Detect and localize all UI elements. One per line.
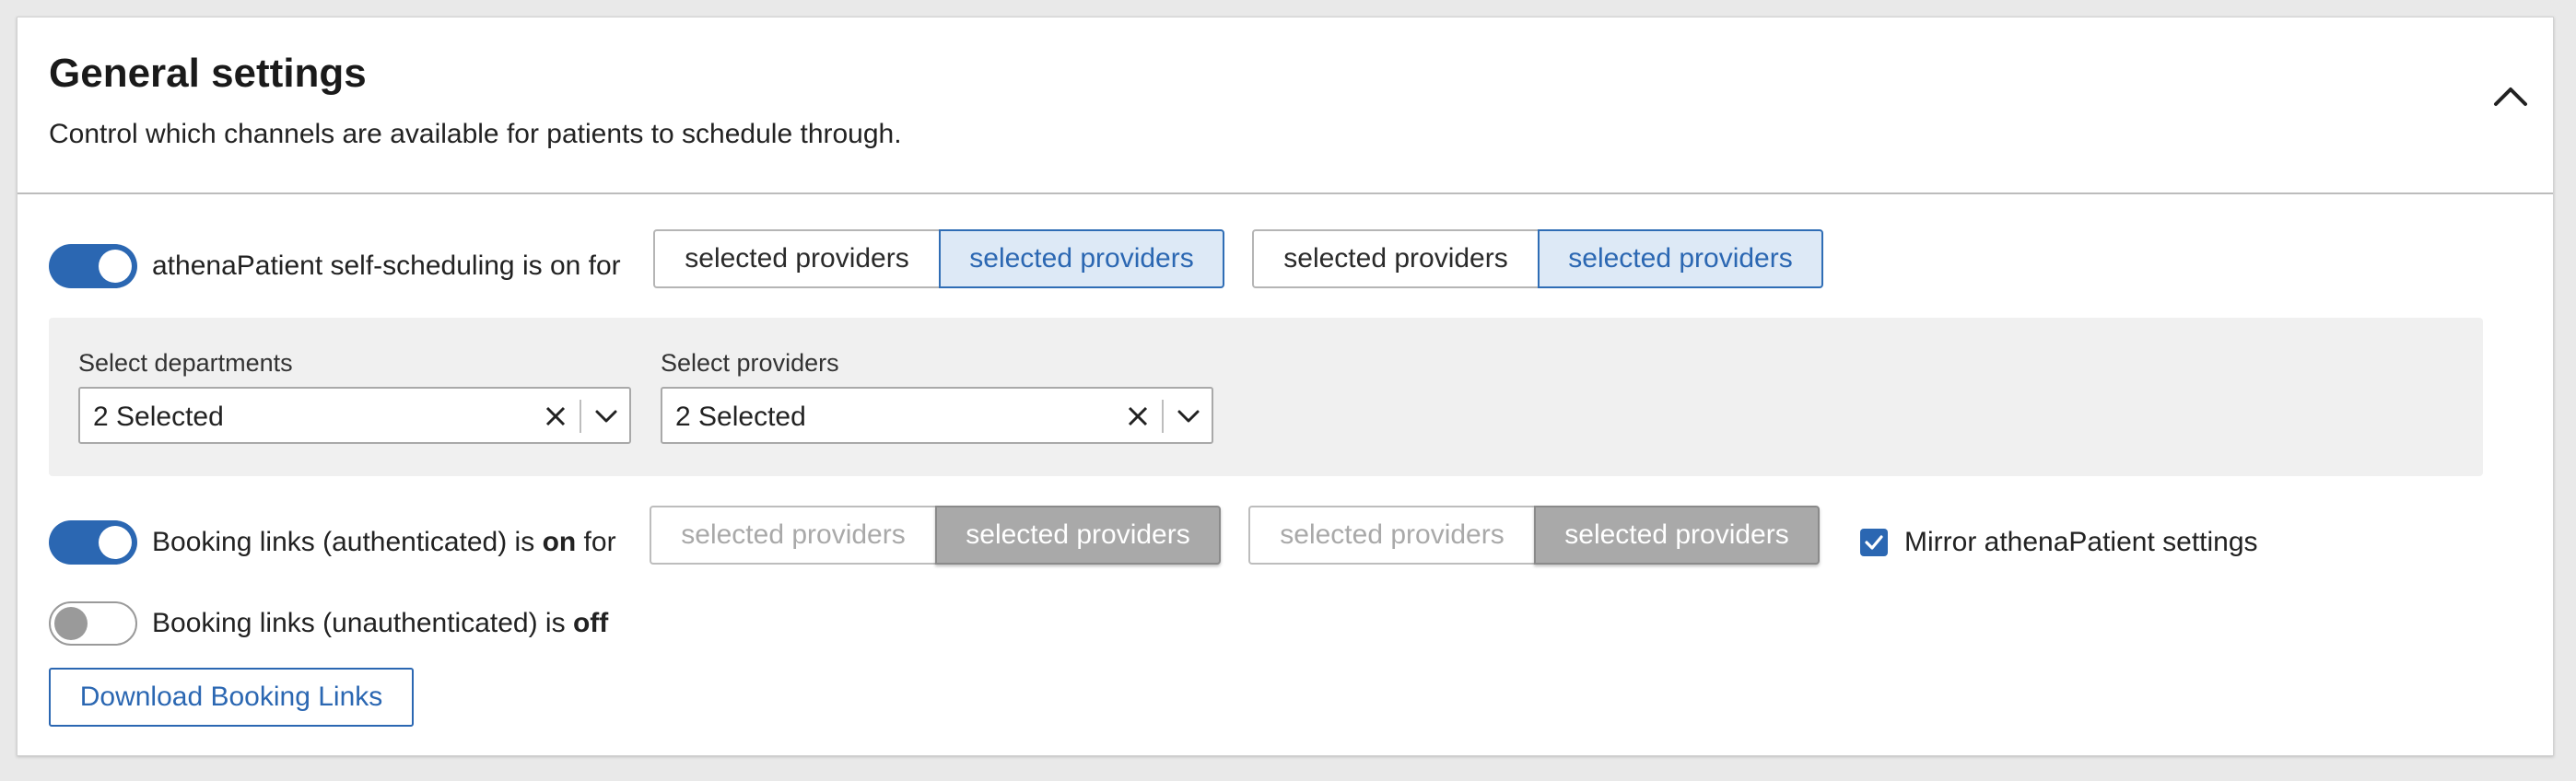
booking-unauth-toggle[interactable]: [49, 601, 137, 646]
departments-label: Select departments: [78, 349, 293, 377]
booking-auth-label: Booking links (authenticated) is on for: [152, 527, 616, 558]
mirror-settings-checkbox[interactable]: [1860, 529, 1888, 556]
athena-self-scheduling-label: athenaPatient self-scheduling is on for: [152, 251, 621, 281]
segment-option-selected-disabled: selected providers: [935, 506, 1221, 565]
booking-auth-toggle[interactable]: [49, 520, 137, 565]
booking-unauth-label-prefix: Booking links (unauthenticated) is: [152, 608, 573, 638]
providers-field: Select providers 2 Selected: [661, 349, 1213, 444]
collapse-button[interactable]: [2487, 73, 2535, 121]
athena-provider-segment-1: selected providers selected providers: [653, 229, 1224, 288]
booking-auth-segment-2: selected providers selected providers: [1248, 506, 1820, 565]
booking-unauth-row: Booking links (unauthenticated) is off: [49, 594, 608, 653]
mirror-settings-option[interactable]: Mirror athenaPatient settings: [1860, 520, 2258, 565]
departments-field: Select departments 2 Selected: [78, 349, 631, 444]
providers-select-value: 2 Selected: [675, 402, 806, 432]
filters-panel: Select departments 2 Selected Select pro…: [49, 318, 2483, 476]
booking-auth-segment-1: selected providers selected providers: [650, 506, 1221, 565]
booking-auth-row: Booking links (authenticated) is on for: [49, 513, 616, 572]
mirror-settings-label: Mirror athenaPatient settings: [1904, 527, 2258, 557]
clear-icon[interactable]: [543, 403, 568, 429]
select-separator: [580, 400, 581, 433]
chevron-down-icon[interactable]: [1175, 403, 1202, 429]
segment-option[interactable]: selected providers: [653, 229, 939, 288]
segment-option-disabled: selected providers: [1248, 506, 1534, 565]
segment-option[interactable]: selected providers: [1252, 229, 1538, 288]
download-booking-links-button[interactable]: Download Booking Links: [49, 668, 414, 727]
toggle-knob: [54, 607, 88, 640]
card-header: General settings Control which channels …: [18, 17, 2553, 194]
segment-option-selected-disabled: selected providers: [1534, 506, 1820, 565]
page-title: General settings: [49, 51, 367, 96]
chevron-down-icon[interactable]: [592, 403, 620, 429]
checkmark-icon: [1865, 535, 1883, 550]
chevron-up-icon: [2494, 87, 2527, 106]
providers-select[interactable]: 2 Selected: [661, 387, 1213, 444]
toggle-knob: [99, 250, 132, 283]
segment-option-selected[interactable]: selected providers: [939, 229, 1224, 288]
athena-provider-segment-2: selected providers selected providers: [1252, 229, 1823, 288]
segment-option-disabled: selected providers: [650, 506, 935, 565]
booking-auth-label-prefix: Booking links (authenticated) is: [152, 527, 543, 557]
departments-select[interactable]: 2 Selected: [78, 387, 631, 444]
departments-select-value: 2 Selected: [93, 402, 224, 432]
clear-icon[interactable]: [1125, 403, 1151, 429]
booking-unauth-state: off: [572, 608, 609, 638]
segment-option-selected[interactable]: selected providers: [1538, 229, 1823, 288]
athena-self-scheduling-toggle[interactable]: [49, 244, 137, 288]
providers-label: Select providers: [661, 349, 839, 377]
toggle-knob: [99, 526, 132, 559]
booking-auth-label-suffix: for: [576, 527, 616, 557]
booking-unauth-label: Booking links (unauthenticated) is off: [152, 608, 608, 639]
booking-auth-state: on: [542, 527, 577, 557]
select-separator: [1162, 400, 1164, 433]
general-settings-card: General settings Control which channels …: [17, 17, 2554, 756]
page-subtitle: Control which channels are available for…: [49, 119, 902, 149]
athena-self-scheduling-row: athenaPatient self-scheduling is on for: [49, 237, 621, 296]
